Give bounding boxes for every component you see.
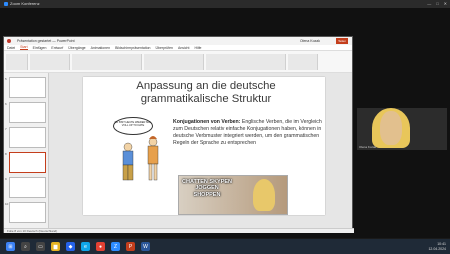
word-icon[interactable]: W	[141, 242, 150, 251]
slide-title: Anpassung an die deutsche grammatikalisc…	[136, 80, 276, 105]
photo-caption: CHATTEN SKYPEN JOGGEN SHOPPEN	[182, 179, 233, 198]
task-view-icon[interactable]: ▭	[36, 242, 45, 251]
thumbnail-number: 7	[5, 127, 7, 131]
participant-name: Olena Kozak	[359, 145, 377, 149]
thumbnail-number: 8	[5, 152, 7, 156]
participant-video[interactable]: Olena Kozak	[357, 108, 447, 150]
zoom-stage: Präsentation gestartet — PowerPoint Olen…	[0, 8, 450, 238]
font-group[interactable]	[72, 54, 142, 70]
chatten-photo: CHATTEN SKYPEN JOGGEN SHOPPEN	[178, 175, 288, 215]
powerpoint-titlebar: Präsentation gestartet — PowerPoint Olen…	[4, 37, 352, 45]
share-button[interactable]: Teilen	[336, 38, 348, 44]
store-icon[interactable]: ◆	[66, 242, 75, 251]
tab-einfügen[interactable]: Einfügen	[33, 46, 47, 50]
clipboard-group[interactable]	[6, 54, 28, 70]
tab-bildschirmpräsentation[interactable]: Bildschirmpräsentation	[115, 46, 150, 50]
autosave-icon[interactable]	[7, 39, 11, 43]
edge-icon[interactable]: e	[81, 242, 90, 251]
tab-entwurf[interactable]: Entwurf	[51, 46, 63, 50]
clock-date: 12.04.2024	[428, 246, 446, 251]
drawing-group[interactable]	[206, 54, 286, 70]
cartoon-figures	[122, 136, 159, 181]
woman-portrait	[253, 179, 275, 211]
tab-datei[interactable]: Datei	[7, 46, 15, 50]
user-name[interactable]: Olena Kozak	[300, 39, 320, 43]
body-lead: Konjugationen von Verben:	[173, 119, 241, 125]
slide-thumbnail[interactable]	[9, 127, 46, 148]
current-slide[interactable]: Anpassung an die deutsche grammatikalisc…	[83, 77, 325, 215]
zoom-titlebar: Zoom Konferenz — □ ✕	[0, 0, 450, 8]
slide-thumbnail[interactable]	[9, 177, 46, 198]
slide-body: Konjugationen von Verben: Englische Verb…	[173, 119, 323, 147]
maximize-icon[interactable]: □	[436, 1, 438, 6]
slides-group[interactable]	[30, 54, 70, 70]
slide-thumbnail[interactable]	[9, 152, 46, 173]
status-bar: Folie 8 von 10 Deutsch (Deutschland)	[4, 228, 354, 233]
explorer-icon[interactable]: ▆	[51, 242, 60, 251]
slide-thumbnail[interactable]	[9, 77, 46, 98]
slide-thumbnail[interactable]	[9, 202, 46, 223]
thumbnail-number: 10	[5, 202, 9, 206]
slide-thumbnails[interactable]: 5 6 7 8 9 10	[4, 73, 49, 228]
zoom-icon[interactable]: Z	[111, 242, 120, 251]
slide-thumbnail[interactable]	[9, 102, 46, 123]
thumbnail-number: 6	[5, 102, 7, 106]
tab-ansicht[interactable]: Ansicht	[178, 46, 189, 50]
participant-face	[380, 111, 402, 145]
tab-animationen[interactable]: Animationen	[91, 46, 110, 50]
paragraph-group[interactable]	[144, 54, 204, 70]
tab-übergänge[interactable]: Übergänge	[68, 46, 85, 50]
slide-canvas: Anpassung an die deutsche grammatikalisc…	[49, 73, 352, 228]
zoom-title-text: Zoom Konferenz	[10, 1, 40, 6]
powerpoint-window: Präsentation gestartet — PowerPoint Olen…	[3, 36, 354, 233]
windows-taskbar: ⊞ ⌕ ▭ ▆ ◆ e ● Z P W 10:41 12.04.2024	[0, 239, 450, 254]
powerpoint-icon[interactable]: P	[126, 242, 135, 251]
system-clock[interactable]: 10:41 12.04.2024	[428, 242, 446, 251]
editing-group[interactable]	[288, 54, 318, 70]
zoom-icon	[4, 1, 8, 6]
minimize-icon[interactable]: —	[427, 1, 431, 6]
close-icon[interactable]: ✕	[444, 1, 447, 6]
window-title: Präsentation gestartet — PowerPoint	[17, 39, 75, 43]
tab-start[interactable]: Start	[20, 45, 28, 50]
thumbnail-number: 5	[5, 77, 7, 81]
cartoon-image: DU BIST HEUTE WIEDER MAL VOLL UP TO DATE	[113, 117, 173, 192]
search-icon[interactable]: ⌕	[21, 242, 30, 251]
zoom-title: Zoom Konferenz	[4, 1, 40, 6]
start-icon[interactable]: ⊞	[6, 242, 15, 251]
ribbon	[4, 51, 352, 73]
thumbnail-number: 9	[5, 177, 7, 181]
tab-hilfe[interactable]: Hilfe	[194, 46, 201, 50]
tab-überprüfen[interactable]: Überprüfen	[155, 46, 173, 50]
chrome-icon[interactable]: ●	[96, 242, 105, 251]
